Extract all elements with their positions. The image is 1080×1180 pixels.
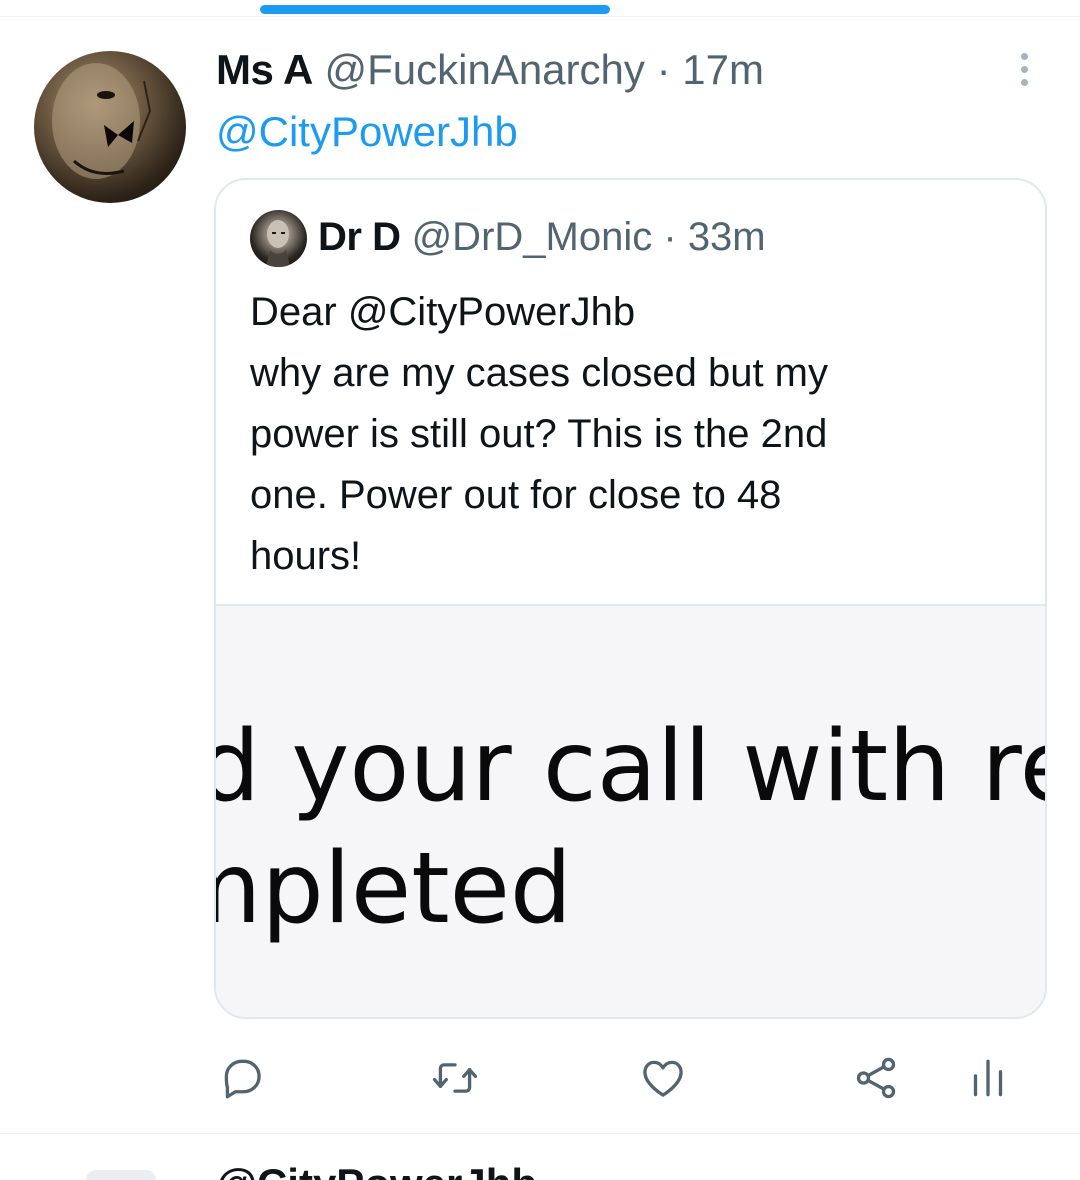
- next-tweet-header[interactable]: @CityPowerJhb: [216, 1158, 537, 1180]
- reply-button[interactable]: [212, 1048, 272, 1108]
- reply-icon: [224, 1059, 261, 1099]
- quoted-text-line: one. Power out for close to 48: [250, 473, 782, 517]
- media-text-line: d your call with ref: [216, 710, 1047, 824]
- quoted-tweet-card[interactable]: Dr D @DrD_Monic · 33m Dear @CityPowerJhb…: [214, 178, 1047, 1019]
- loading-progress-bar: [260, 5, 610, 14]
- analytics-icon: [973, 1059, 1003, 1097]
- avatar-image: [52, 63, 152, 179]
- quoted-text-line: hours!: [250, 534, 362, 578]
- quoted-text-line: power is still out? This is the 2nd: [250, 412, 828, 456]
- quoted-handle: @DrD_Monic: [411, 215, 653, 259]
- more-icon: [1020, 52, 1028, 60]
- analytics-button[interactable]: [958, 1048, 1018, 1108]
- tweet-action-bar: [0, 1048, 1080, 1108]
- share-icon: [856, 1057, 896, 1099]
- separator: ·: [656, 46, 671, 93]
- quoted-text-line: why are my cases closed but my: [250, 351, 828, 395]
- quoted-separator: ·: [663, 215, 677, 259]
- timestamp[interactable]: 17m: [682, 46, 764, 93]
- next-tweet-avatar[interactable]: [86, 1170, 156, 1180]
- tweet-header: Ms A @FuckinAnarchy · 17m: [216, 44, 764, 96]
- quoted-media-image[interactable]: d your call with ref mpleted: [216, 604, 1047, 1017]
- mention-link[interactable]: @CityPowerJhb: [216, 106, 518, 158]
- share-button[interactable]: [846, 1048, 906, 1108]
- top-divider: [0, 16, 1080, 17]
- user-avatar[interactable]: [34, 51, 186, 203]
- quoted-timestamp: 33m: [687, 215, 766, 259]
- quoted-tweet-text: Dear @CityPowerJhb why are my cases clos…: [250, 282, 1010, 587]
- like-button[interactable]: [633, 1048, 693, 1108]
- media-text-line: mpleted: [216, 832, 573, 946]
- quoted-user-avatar: [250, 210, 307, 267]
- bottom-divider: [0, 1133, 1080, 1134]
- quoted-avatar-image: [266, 220, 290, 267]
- more-options-button[interactable]: [1000, 46, 1048, 92]
- quoted-display-name: Dr D: [318, 215, 401, 259]
- like-icon: [643, 1060, 683, 1097]
- retweet-button[interactable]: [425, 1048, 485, 1108]
- handle[interactable]: @FuckinAnarchy: [324, 46, 644, 93]
- display-name[interactable]: Ms A: [216, 46, 313, 93]
- retweet-icon: [432, 1063, 478, 1093]
- quoted-tweet-header: Dr D @DrD_Monic · 33m: [318, 212, 766, 262]
- quoted-text-line: Dear @CityPowerJhb: [250, 290, 636, 334]
